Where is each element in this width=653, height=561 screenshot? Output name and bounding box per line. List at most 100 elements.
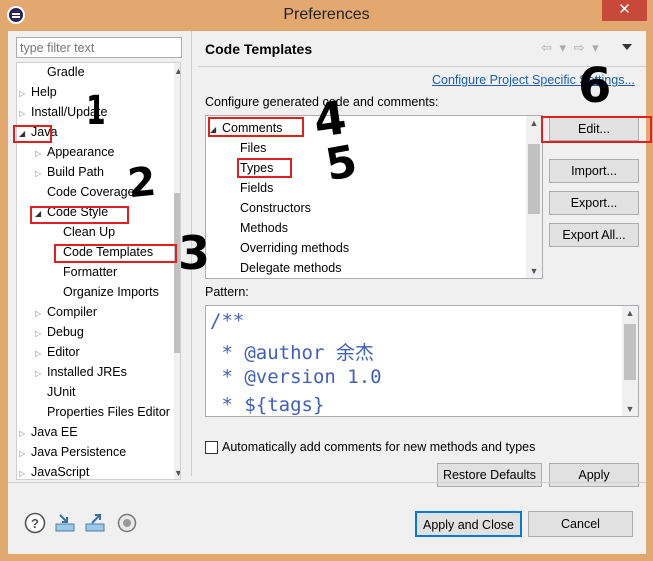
auto-comment-label[interactable]: Automatically add comments for new metho… (222, 440, 535, 454)
template-item-label: Fields (240, 181, 274, 195)
cancel-button[interactable]: Cancel (528, 511, 633, 537)
highlight-edit (541, 116, 652, 143)
tree-item[interactable]: Gradle (35, 63, 85, 82)
tree-item-label: Properties Files Editor (47, 405, 170, 419)
tree-item-label: Clean Up (63, 225, 116, 239)
tree-item[interactable]: ▷ Appearance (35, 142, 114, 162)
window-title: Preferences (283, 6, 370, 23)
export-button[interactable]: Export... (549, 191, 639, 215)
pattern-label: Pattern: (205, 285, 249, 299)
collapsed-icon[interactable]: ▷ (35, 144, 47, 164)
tree-item[interactable]: ▷ Java Persistence (19, 442, 126, 462)
pattern-editor[interactable]: /** * @author 余杰 * @version 1.0 * ${tags… (205, 305, 639, 417)
collapsed-icon[interactable]: ▷ (35, 364, 47, 384)
import-preferences-icon[interactable] (54, 512, 76, 534)
template-item[interactable]: Constructors (240, 198, 311, 218)
tree-item-label: JUnit (47, 385, 76, 399)
tree-item[interactable]: JUnit (35, 382, 75, 402)
filter-input[interactable] (16, 37, 182, 58)
template-item-label: Overriding methods (240, 241, 350, 255)
tree-item-label: Debug (47, 325, 84, 339)
tree-item[interactable]: ▷ Help (19, 82, 57, 102)
template-item[interactable]: Methods (240, 218, 288, 238)
close-button[interactable]: ✕ (602, 0, 647, 21)
tree-item[interactable]: Clean Up (51, 222, 115, 242)
highlight-types (237, 158, 292, 178)
tree-item[interactable]: ▷ Java EE (19, 422, 78, 442)
import-button[interactable]: Import... (549, 159, 639, 183)
scroll-up-icon[interactable]: ▲ (526, 118, 542, 128)
auto-comment-checkbox[interactable] (205, 441, 218, 454)
scroll-up-icon[interactable]: ▲ (622, 308, 638, 318)
templates-scrollbar[interactable]: ▲ ▼ (526, 116, 542, 278)
tree-item[interactable]: ▷ JavaScript (19, 462, 90, 479)
scroll-down-icon[interactable]: ▼ (622, 404, 638, 414)
tree-item[interactable]: Code Coverage (35, 182, 135, 202)
tree-item-label: Java EE (31, 425, 78, 439)
tree-item-label: Installed JREs (47, 365, 127, 379)
tree-item[interactable]: ▷ Editor (35, 342, 80, 362)
preferences-window: Preferences ✕ Gradle▷Help▷Install/Update… (0, 0, 653, 561)
highlight-comments (208, 117, 304, 137)
scroll-up-icon[interactable]: ▲ (174, 65, 180, 77)
tree-item-label: Formatter (63, 265, 118, 279)
template-item-label: Constructors (240, 201, 311, 215)
collapsed-icon[interactable]: ▷ (35, 324, 47, 344)
pattern-line: * @version 1.0 (210, 366, 382, 388)
collapsed-icon[interactable]: ▷ (35, 304, 47, 324)
tree-item-label: Java Persistence (31, 445, 127, 459)
tree-item[interactable]: Properties Files Editor (35, 402, 170, 422)
annotation-3: 3 (178, 226, 211, 280)
tree-item-label: Code Coverage (47, 185, 135, 199)
tree-item-label: Editor (47, 345, 80, 359)
back-forward-icon[interactable]: ⇦ ▾ ⇨ ▾ (541, 40, 601, 56)
tree-item-label: Compiler (47, 305, 98, 319)
pattern-scroll-thumb[interactable] (624, 324, 636, 380)
help-icon[interactable]: ? (24, 512, 46, 534)
apply-and-close-button[interactable]: Apply and Close (415, 511, 522, 537)
tree-item[interactable]: ▷ Build Path (35, 162, 104, 182)
restore-defaults-button[interactable]: Restore Defaults (437, 463, 542, 487)
template-item-label: Files (240, 141, 267, 155)
tree-item[interactable]: ▷ Compiler (35, 302, 97, 322)
tree-item[interactable]: ▷ Debug (35, 322, 84, 342)
template-item-label: Methods (240, 221, 288, 235)
tree-item[interactable]: Formatter (51, 262, 117, 282)
template-item[interactable]: Fields (240, 178, 273, 198)
tree-item[interactable]: Organize Imports (51, 282, 159, 302)
collapsed-icon[interactable]: ▷ (19, 444, 31, 464)
highlight-code-templates (54, 244, 177, 263)
tree-item-label: Gradle (47, 65, 85, 79)
oomph-preferences-icon[interactable] (116, 512, 138, 534)
collapsed-icon[interactable]: ▷ (19, 424, 31, 444)
view-menu-icon[interactable] (622, 44, 632, 50)
highlight-code-style (30, 206, 129, 224)
tree-item-label: JavaScript (31, 465, 90, 479)
template-item[interactable]: Delegate methods (240, 258, 341, 278)
apply-button[interactable]: Apply (549, 463, 639, 487)
collapsed-icon[interactable]: ▷ (35, 344, 47, 364)
scroll-down-icon[interactable]: ▼ (174, 467, 180, 479)
tree-item[interactable]: ▷ Installed JREs (35, 362, 127, 382)
tree-item-label: Help (31, 85, 57, 99)
tree-item-label: Organize Imports (63, 285, 159, 299)
templates-tree: ◢ Comments Files Types Fields Constructors Met… (205, 115, 543, 279)
tree-item-label: Build Path (47, 165, 104, 179)
page-title: Code Templates (205, 41, 313, 57)
collapsed-icon[interactable]: ▷ (19, 84, 31, 104)
annotation-2: 2 (125, 158, 159, 208)
collapsed-icon[interactable]: ▷ (35, 164, 47, 184)
export-all-button[interactable]: Export All... (549, 223, 639, 247)
pattern-scrollbar[interactable]: ▲ ▼ (622, 306, 638, 416)
tree-item-label: Appearance (47, 145, 115, 159)
scroll-down-icon[interactable]: ▼ (526, 266, 542, 276)
collapsed-icon[interactable]: ▷ (19, 104, 31, 124)
template-item[interactable]: Overriding methods (240, 238, 349, 258)
export-preferences-icon[interactable] (84, 512, 106, 534)
title-bar: Preferences ✕ (0, 0, 653, 31)
templates-scroll-thumb[interactable] (528, 144, 540, 214)
svg-text:?: ? (31, 516, 39, 531)
collapsed-icon[interactable]: ▷ (19, 464, 31, 479)
pattern-line: /** (210, 310, 245, 332)
template-item[interactable]: Files (240, 138, 266, 158)
